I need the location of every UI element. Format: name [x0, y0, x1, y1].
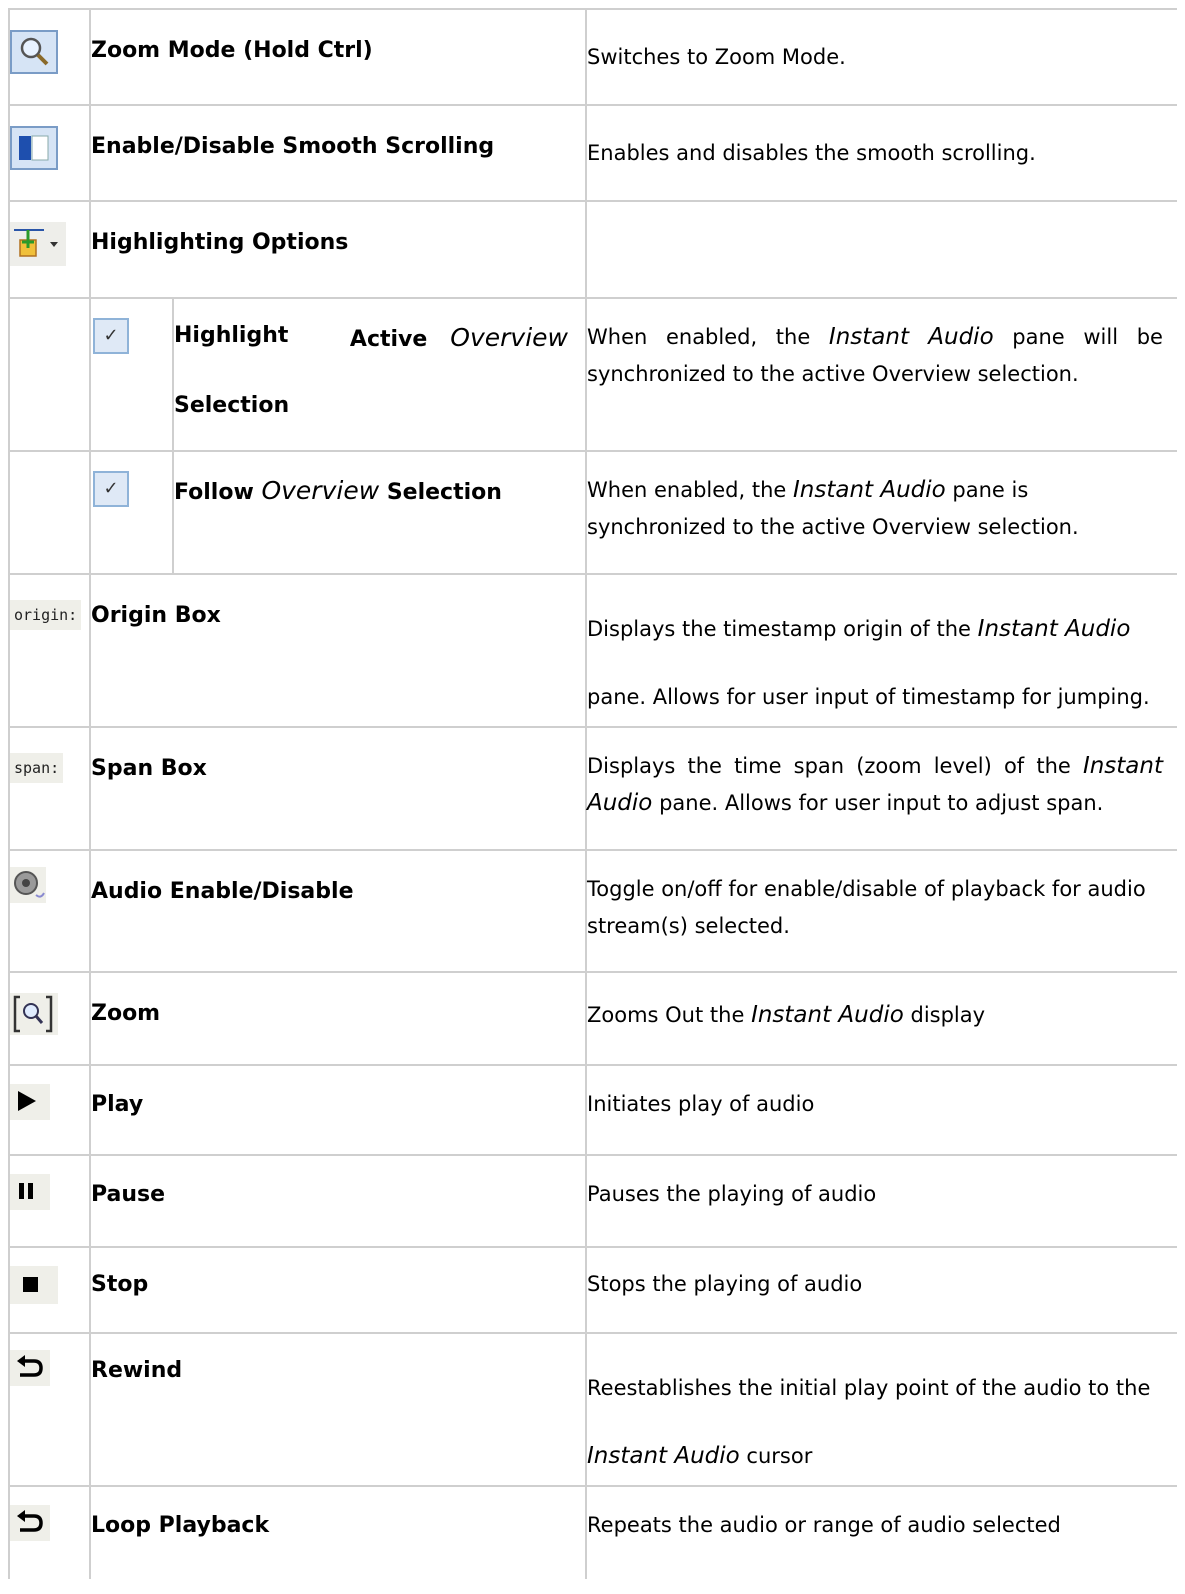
row-description: pane. Allows for user input of timestamp… [587, 685, 1150, 709]
table-row: Stop Stops the playing of audio [10, 1248, 1177, 1334]
table-row: Play Initiates play of audio [10, 1066, 1177, 1156]
row-description-italic: Instant Audio [828, 324, 994, 350]
table-row: Audio Enable/Disable Toggle on/off for e… [10, 851, 1177, 973]
table-row: Highlighting Options [10, 202, 1177, 299]
row-name-part: Selection [174, 393, 290, 418]
row-name: Loop Playback [91, 1513, 270, 1538]
row-description: display [910, 1003, 986, 1027]
row-description-italic: Instant Audio [793, 477, 946, 503]
row-name: Zoom [91, 1001, 161, 1026]
row-description: Pauses the playing of audio [587, 1182, 877, 1206]
row-description: Stops the playing of audio [587, 1272, 863, 1296]
table-row: Zoom Zooms Out the Instant Audio display [10, 973, 1177, 1066]
row-description: Displays the timestamp origin of the [587, 617, 971, 641]
row-name: Audio Enable/Disable [91, 879, 354, 904]
origin-box-icon[interactable]: origin: [10, 600, 82, 630]
row-description-italic: Instant Audio [977, 616, 1131, 642]
span-box-icon[interactable]: span: [10, 753, 64, 783]
row-description: Repeats the audio or range of audio sele… [587, 1513, 1061, 1537]
row-description: Switches to Zoom Mode. [587, 45, 846, 69]
row-description-italic: Instant Audio [587, 1443, 740, 1469]
row-description: When enabled, the [587, 478, 787, 502]
smooth-scroll-icon [10, 126, 58, 170]
table-row: origin: Origin Box Displays the timestam… [10, 575, 1177, 728]
audio-toggle-icon[interactable] [10, 867, 46, 903]
table-row: Loop Playback Repeats the audio or range… [10, 1487, 1177, 1579]
row-description: pane. Allows for user input to adjust sp… [659, 791, 1104, 815]
zoom-out-icon[interactable] [10, 993, 58, 1035]
table-row: span: Span Box Displays the time span (z… [10, 728, 1177, 851]
row-name: Pause [91, 1182, 166, 1207]
row-description: Initiates play of audio [587, 1092, 815, 1116]
row-description: Zooms Out the [587, 1003, 745, 1027]
row-description-italic: Instant Audio [751, 1002, 904, 1028]
row-name-part: Selection [386, 480, 502, 505]
row-description: Displays the time span (zoom level) of t… [587, 754, 1071, 778]
toolbar-reference-table: Zoom Mode (Hold Ctrl) Switches to Zoom M… [8, 8, 1177, 1579]
row-description: Reestablishes the initial play point of … [587, 1376, 1151, 1400]
zoom-mode-icon [10, 30, 58, 74]
rewind-icon[interactable] [10, 1350, 50, 1386]
table-row: ✓ Highlight Active Overview Selection Wh… [10, 299, 1177, 452]
row-name: Play [91, 1092, 144, 1117]
play-icon[interactable] [10, 1084, 50, 1120]
table-row: Rewind Reestablishes the initial play po… [10, 1334, 1177, 1487]
row-name: Origin Box [91, 603, 221, 628]
row-name-italic: Overview [261, 476, 380, 505]
row-name: Zoom Mode (Hold Ctrl) [91, 38, 373, 63]
stop-icon[interactable] [10, 1266, 58, 1304]
row-name-part: Active [349, 327, 428, 352]
row-description: Enables and disables the smooth scrollin… [587, 141, 1036, 165]
loop-icon[interactable] [10, 1505, 50, 1541]
highlight-options-icon [10, 222, 66, 266]
checkbox-icon[interactable]: ✓ [93, 318, 129, 354]
row-name: Stop [91, 1272, 149, 1297]
row-description: Toggle on/off for enable/disable of play… [587, 877, 1146, 938]
row-name: Enable/Disable Smooth Scrolling [91, 134, 495, 159]
row-name: Span Box [91, 756, 207, 781]
row-name-part: Highlight [174, 323, 289, 348]
table-row: Enable/Disable Smooth Scrolling Enables … [10, 106, 1177, 202]
row-description: When enabled, the [587, 325, 811, 349]
pause-icon[interactable] [10, 1174, 50, 1210]
row-name: Rewind [91, 1358, 183, 1383]
table-row: ✓ Follow Overview Selection When enabled… [10, 452, 1177, 575]
checkbox-icon[interactable]: ✓ [93, 471, 129, 507]
row-name: Highlighting Options [91, 230, 349, 255]
row-description: cursor [746, 1444, 813, 1468]
row-name-part: Follow [174, 480, 254, 505]
row-name-italic: Overview [450, 323, 568, 352]
table-row: Zoom Mode (Hold Ctrl) Switches to Zoom M… [10, 10, 1177, 106]
table-row: Pause Pauses the playing of audio [10, 1156, 1177, 1248]
